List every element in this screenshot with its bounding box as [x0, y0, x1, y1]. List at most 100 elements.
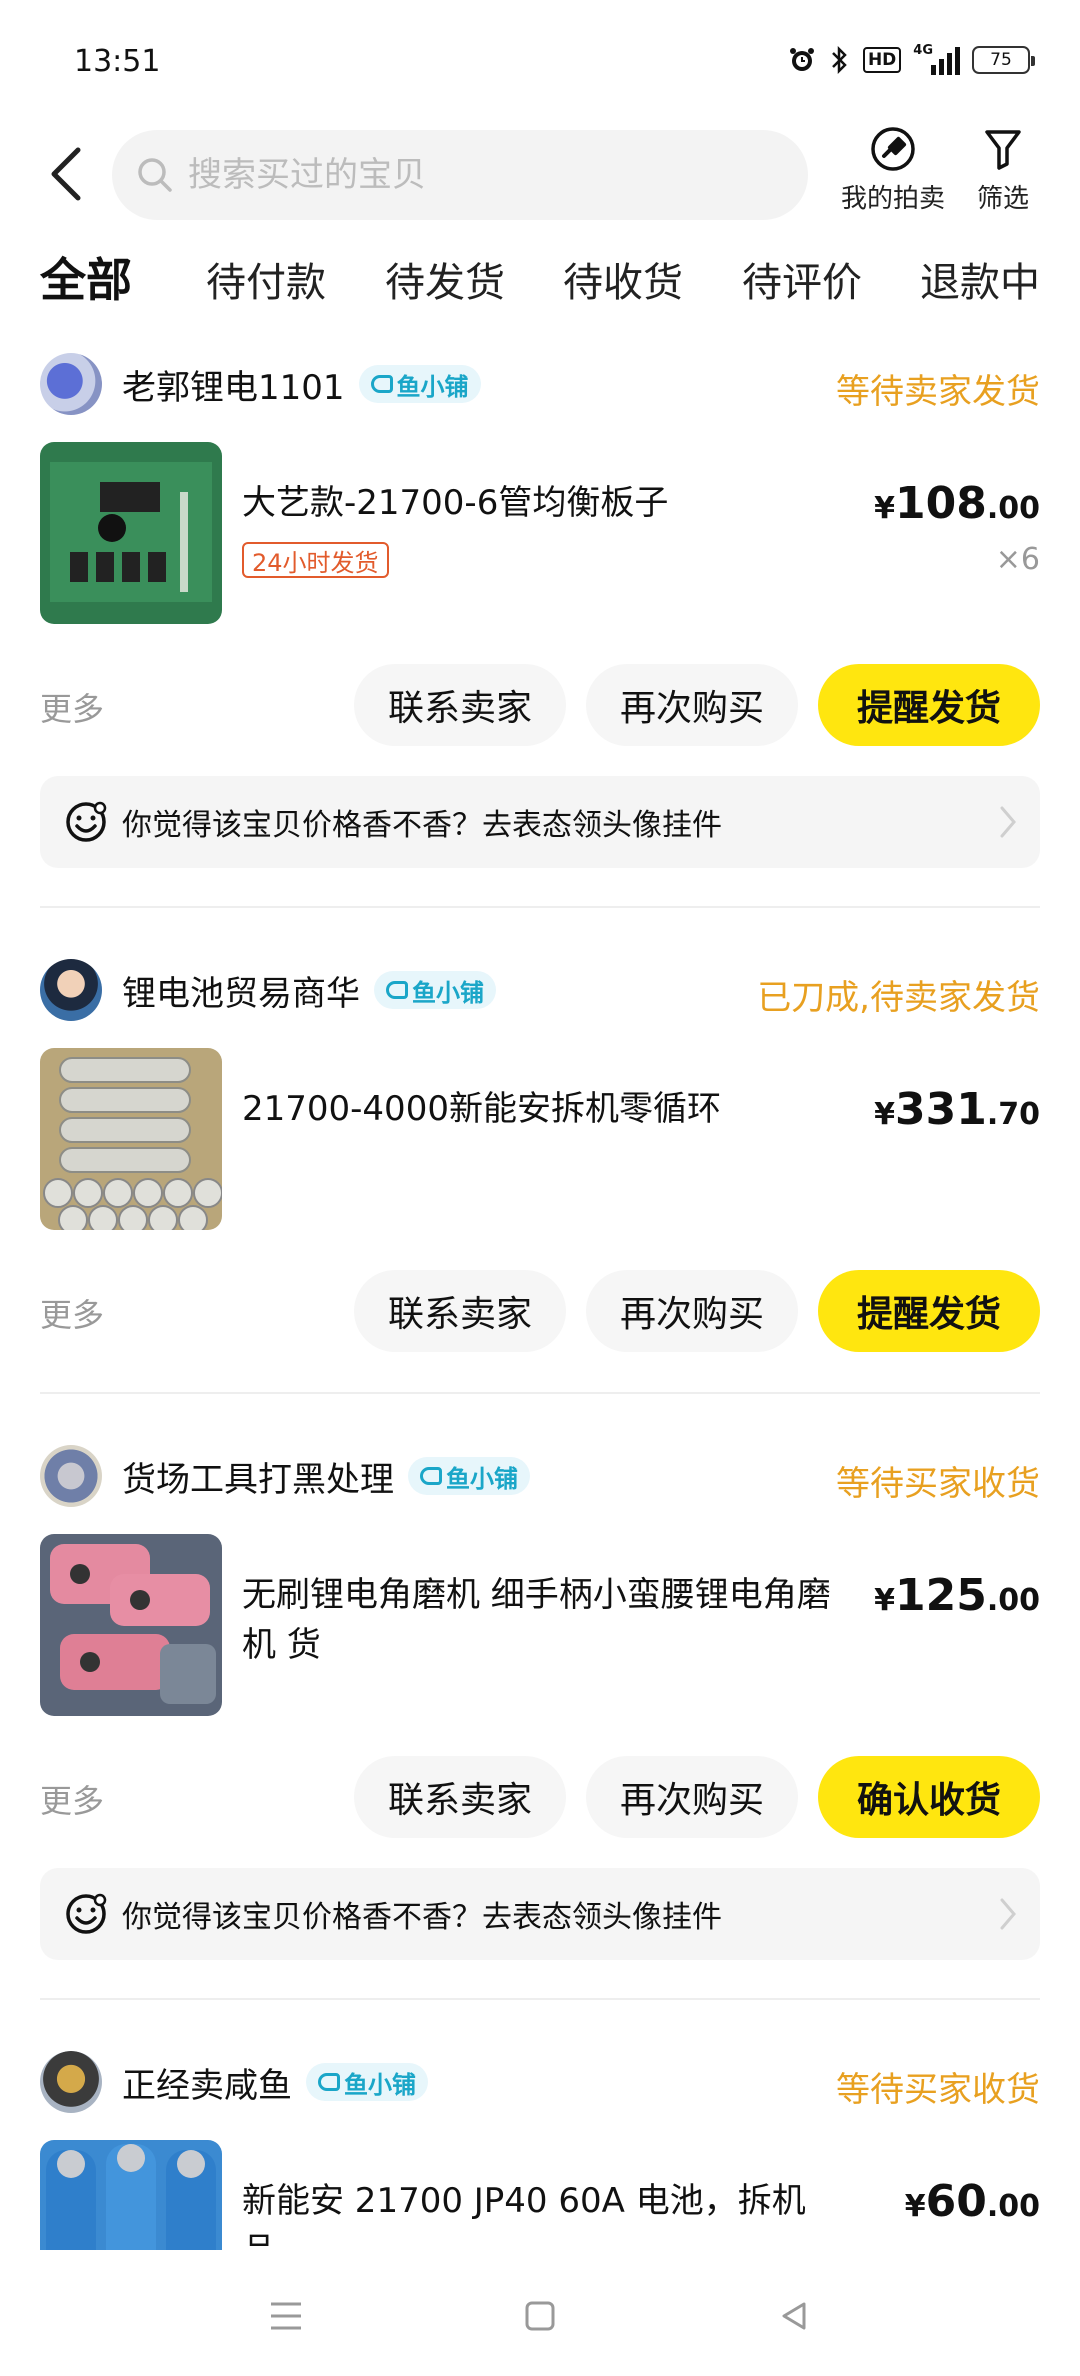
more-button[interactable]: 更多	[40, 684, 104, 730]
item-price: ¥125.00	[874, 1570, 1040, 1621]
filter-label: 筛选	[976, 184, 1029, 214]
order-tabs: 全部 待付款 待发货 待收货 待评价 退款中	[0, 244, 1080, 320]
menu-button[interactable]	[256, 2286, 316, 2346]
status-icons: HD 4G 75	[787, 43, 1035, 76]
shop-name[interactable]: 货场工具打黑处理	[122, 1452, 394, 1501]
item-thumbnail[interactable]	[40, 442, 222, 624]
shop-name[interactable]: 正经卖咸鱼	[122, 2058, 292, 2107]
search-icon	[138, 158, 172, 192]
order-card: 老郭锂电1101 鱼小铺 等待卖家发货 大艺款-21700-6管均衡板子 24小…	[40, 352, 1040, 872]
item-title[interactable]: 无刷锂电角磨机 细手柄小蛮腰锂电角磨机 货	[242, 1570, 862, 1670]
back-nav-button[interactable]	[764, 2286, 824, 2346]
contact-seller-button[interactable]: 联系卖家	[354, 1756, 566, 1838]
contact-seller-button[interactable]: 联系卖家	[354, 1270, 566, 1352]
order-actions: 更多 联系卖家 再次购买 提醒发货	[40, 1270, 1040, 1352]
shop-tag: 鱼小铺	[306, 2063, 428, 2101]
order-divider	[40, 1998, 1040, 2000]
back-button[interactable]	[36, 144, 96, 204]
tab-pending-review[interactable]: 待评价	[742, 250, 862, 308]
item-row[interactable]: 21700-4000新能安拆机零循环 ¥331.70	[40, 1048, 1040, 1230]
tab-all[interactable]: 全部	[40, 244, 132, 310]
my-auction-label: 我的拍卖	[840, 184, 945, 214]
alarm-icon	[787, 44, 817, 76]
order-card: 正经卖咸鱼 鱼小铺 等待买家收货 新能安 21700 JP40 60A 电池，拆…	[40, 2050, 1040, 2250]
item-title[interactable]: 21700-4000新能安拆机零循环	[242, 1084, 862, 1134]
order-status: 已刀成,待卖家发货	[757, 978, 1040, 1018]
fish-icon	[370, 375, 393, 393]
battery-level: 75	[990, 50, 1012, 70]
shop-avatar[interactable]	[40, 1445, 102, 1507]
buy-again-button[interactable]: 再次购买	[586, 1270, 798, 1352]
order-card: 货场工具打黑处理 鱼小铺 等待买家收货 无刷锂电角磨机 细手柄小蛮腰锂电角磨机 …	[40, 1444, 1040, 1964]
order-status: 等待卖家发货	[836, 372, 1040, 412]
smiley-icon	[66, 1893, 107, 1934]
chevron-right-icon	[1000, 806, 1016, 838]
item-price: ¥60.00	[904, 2176, 1040, 2227]
home-button[interactable]	[510, 2286, 570, 2346]
home-square-icon	[525, 2301, 555, 2331]
auction-hammer-icon	[871, 127, 915, 171]
order-divider	[40, 906, 1040, 908]
item-title[interactable]: 新能安 21700 JP40 60A 电池，拆机品，	[242, 2176, 862, 2250]
tab-pending-shipment[interactable]: 待发货	[385, 250, 505, 308]
more-button[interactable]: 更多	[40, 1776, 104, 1822]
shop-tag: 鱼小铺	[374, 971, 496, 1009]
tab-refunding[interactable]: 退款中	[920, 250, 1040, 308]
more-button[interactable]: 更多	[40, 1290, 104, 1336]
promo-banner[interactable]: 你觉得该宝贝价格香不香？去表态领头像挂件	[40, 1868, 1040, 1960]
buy-again-button[interactable]: 再次购买	[586, 664, 798, 746]
remind-ship-button[interactable]: 提醒发货	[818, 664, 1040, 746]
signal-icon: 4G	[913, 43, 960, 76]
shop-avatar[interactable]	[40, 959, 102, 1021]
item-thumbnail[interactable]	[40, 1534, 222, 1716]
header: 我的拍卖 筛选	[0, 120, 1080, 240]
item-price: ¥108.00	[874, 478, 1040, 529]
remind-ship-button[interactable]: 提醒发货	[818, 1270, 1040, 1352]
order-actions: 更多 联系卖家 再次购买 确认收货	[40, 1756, 1040, 1838]
tab-pending-payment[interactable]: 待付款	[206, 250, 326, 308]
item-quantity: ×6	[995, 542, 1040, 577]
item-title[interactable]: 大艺款-21700-6管均衡板子	[242, 478, 862, 528]
hd-icon: HD	[862, 47, 902, 73]
shop-tag: 鱼小铺	[358, 365, 481, 403]
battery-icon: 75	[972, 46, 1035, 74]
back-triangle-icon	[782, 2302, 806, 2330]
system-nav-bar	[0, 2250, 1080, 2376]
tab-pending-receipt[interactable]: 待收货	[563, 250, 683, 308]
item-row[interactable]: 新能安 21700 JP40 60A 电池，拆机品， ¥60.00	[40, 2140, 1040, 2250]
order-divider	[40, 1392, 1040, 1394]
filter-icon	[985, 130, 1021, 170]
search-bar[interactable]	[112, 130, 808, 220]
chevron-right-icon	[1000, 1898, 1016, 1930]
status-time: 13:51	[74, 44, 161, 79]
fish-icon	[420, 1467, 442, 1485]
item-thumbnail[interactable]	[40, 1048, 222, 1230]
shop-avatar[interactable]	[40, 353, 102, 415]
my-auction-button[interactable]: 我的拍卖	[834, 126, 952, 215]
order-status: 等待买家收货	[836, 1464, 1040, 1504]
buy-again-button[interactable]: 再次购买	[586, 1756, 798, 1838]
promo-text: 你觉得该宝贝价格香不香？去表态领头像挂件	[122, 808, 722, 843]
shop-name[interactable]: 锂电池贸易商华	[122, 966, 360, 1015]
shop-tag: 鱼小铺	[408, 1457, 530, 1495]
item-row[interactable]: 无刷锂电角磨机 细手柄小蛮腰锂电角磨机 货 ¥125.00	[40, 1534, 1040, 1716]
order-card: 锂电池贸易商华 鱼小铺 已刀成,待卖家发货 21700-4000新能安拆机零循环…	[40, 958, 1040, 1358]
promo-banner[interactable]: 你觉得该宝贝价格香不香？去表态领头像挂件	[40, 776, 1040, 868]
promo-text: 你觉得该宝贝价格香不香？去表态领头像挂件	[122, 1900, 722, 1935]
shop-name[interactable]: 老郭锂电1101	[122, 360, 345, 409]
item-price: ¥331.70	[874, 1084, 1040, 1135]
fish-icon	[386, 981, 408, 999]
contact-seller-button[interactable]: 联系卖家	[354, 664, 566, 746]
fish-icon	[318, 2073, 340, 2091]
order-actions: 更多 联系卖家 再次购买 提醒发货	[40, 664, 1040, 746]
back-arrow-icon	[51, 147, 81, 201]
confirm-receipt-button[interactable]: 确认收货	[818, 1756, 1040, 1838]
shop-avatar[interactable]	[40, 2051, 102, 2113]
status-bar: 13:51 HD 4G 75	[0, 0, 1080, 120]
filter-button[interactable]: 筛选	[968, 126, 1038, 215]
menu-icon	[271, 2302, 301, 2330]
smiley-icon	[66, 801, 107, 842]
item-row[interactable]: 大艺款-21700-6管均衡板子 24小时发货 ¥108.00 ×6	[40, 442, 1040, 624]
search-input[interactable]	[188, 155, 748, 195]
item-thumbnail[interactable]	[40, 2140, 222, 2250]
